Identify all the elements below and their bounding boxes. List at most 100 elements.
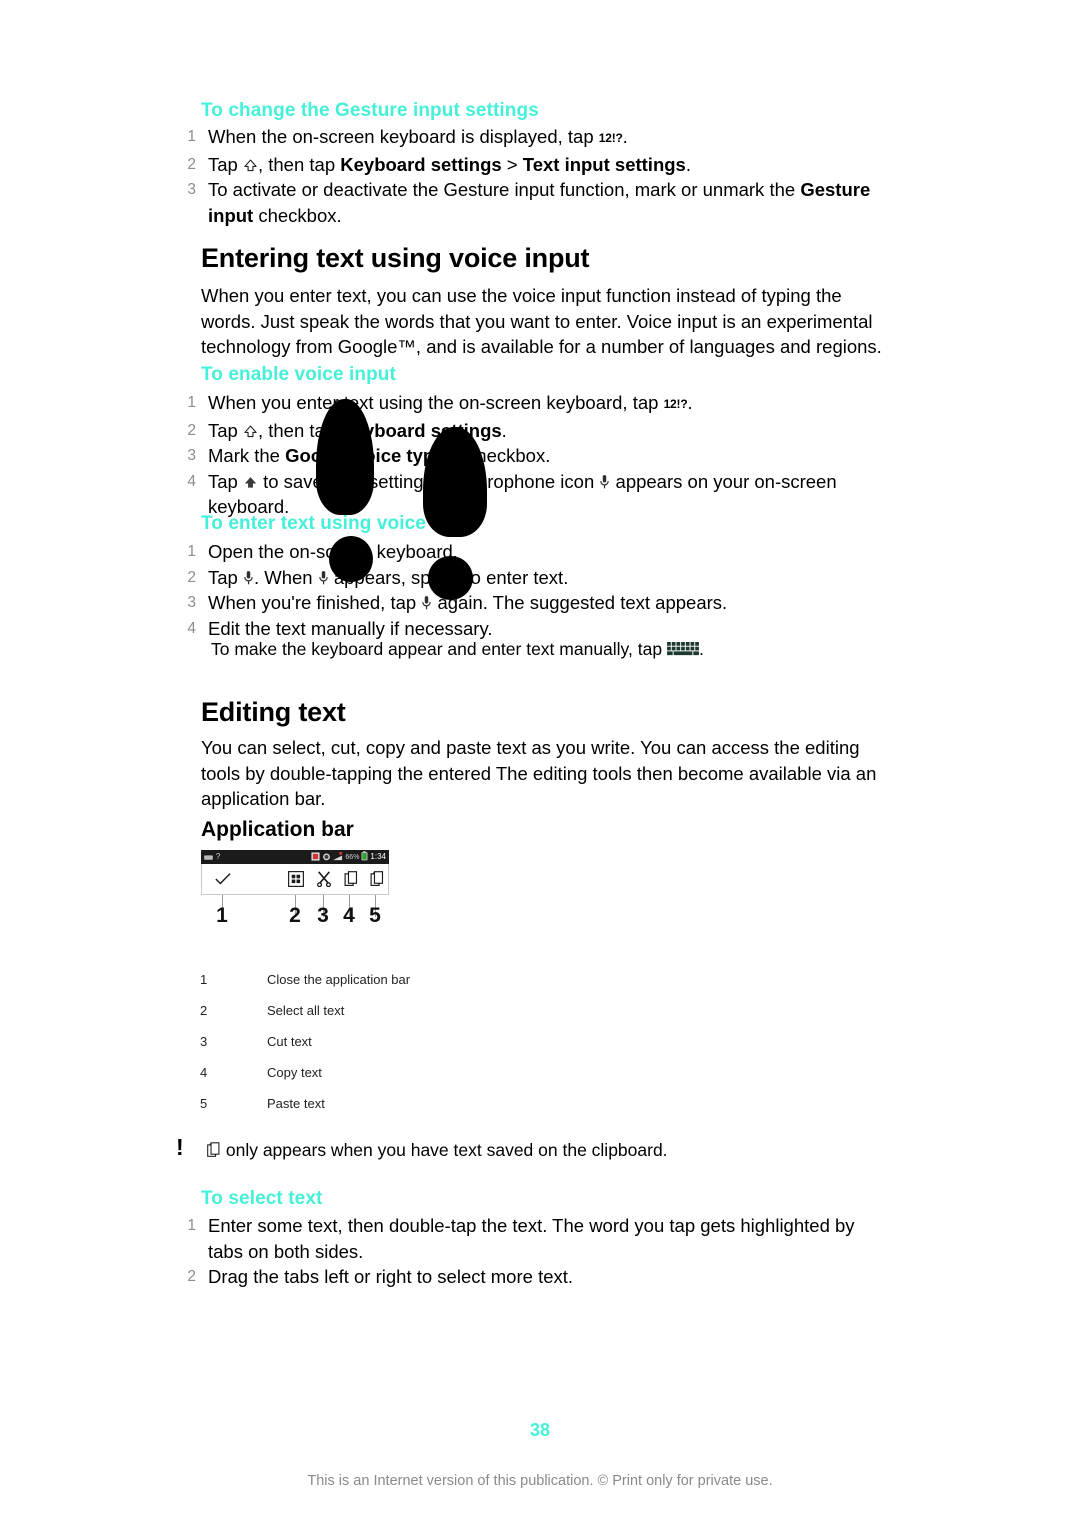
step-text-a: Tap	[208, 566, 243, 588]
step-number: 1	[187, 543, 196, 560]
list-item: 1 Open the on-screen keyboard.	[176, 539, 876, 565]
microphone-icon	[318, 570, 329, 586]
paste-icon[interactable]	[368, 870, 386, 888]
checkmark-icon[interactable]	[214, 870, 232, 888]
step-number: 1	[187, 1217, 196, 1234]
list-item: 2 Tap , then tap Keyboard settings > Tex…	[176, 152, 876, 178]
microphone-icon	[243, 570, 254, 586]
legend-label: Cut text	[267, 1034, 312, 1049]
step-bold-text-input-settings: Text input settings	[522, 153, 686, 175]
microphone-icon	[421, 595, 432, 611]
select-all-icon[interactable]	[287, 870, 305, 888]
table-row: 4 Copy text	[200, 1063, 660, 1094]
battery-percent-label: 66%	[345, 853, 360, 861]
page-title-entering-text-using-voice-input: Entering text using voice input	[201, 243, 590, 273]
legend-label: Close the application bar	[267, 972, 411, 987]
callout-number: 2	[289, 904, 301, 927]
legend-label: Select all text	[267, 1003, 345, 1018]
shift-arrow-up-icon	[243, 158, 258, 173]
step-text-b: , then tap	[257, 153, 341, 175]
step-text-b: . When	[253, 566, 318, 588]
copy-icon[interactable]	[342, 870, 360, 888]
step-text-a: Enter some text, then double-tap the tex…	[208, 1215, 855, 1262]
legend-number: 4	[200, 1065, 208, 1080]
step-number: 2	[187, 421, 196, 439]
step-number: 1	[187, 128, 196, 145]
step-text-a: When you're finished, tap	[208, 592, 422, 613]
step-text-a: To activate or deactivate the Gesture in…	[208, 179, 801, 200]
scissors-cut-icon[interactable]	[315, 870, 333, 888]
list-item: 3 Mark the Google voice typing checkbox.	[176, 443, 876, 469]
heading-change-gesture-input-settings: To change the Gesture input settings	[201, 100, 539, 121]
step-text-pre: When you enter text using the on-screen …	[208, 392, 664, 413]
tip-text-post: .	[698, 639, 704, 659]
table-row: 3 Cut text	[200, 1032, 660, 1063]
list-item: 2 Tap , then tap Keyboard settings.	[176, 418, 876, 444]
application-bar-figure: ? 66% 1:34 1 2 3 4 5	[201, 850, 389, 927]
step-text-a: Tap	[208, 153, 243, 175]
paste-icon	[207, 1142, 221, 1158]
step-text-c: >	[501, 153, 523, 175]
step-text-pre: When the on-screen keyboard is displayed…	[208, 126, 599, 147]
legend-label: Copy text	[267, 1065, 322, 1080]
clipboard-note-text: only appears when you have text saved on…	[207, 1138, 876, 1162]
callout-number: 3	[317, 904, 329, 927]
step-number: 3	[187, 447, 196, 464]
save-arrow-up-icon	[243, 475, 258, 490]
steps-to-enable-voice-input: 1 When you enter text using the on-scree…	[176, 390, 876, 520]
step-text-d: .	[685, 153, 691, 175]
list-item: 2 Tap . When appears, speak to enter tex…	[176, 565, 876, 591]
application-bar-toolbar[interactable]	[201, 864, 389, 917]
step-text-post: .	[622, 126, 628, 147]
step-text-post: .	[687, 392, 693, 413]
legend-number: 3	[200, 1034, 208, 1049]
tip-make-keyboard-appear: To make the keyboard appear and enter te…	[211, 637, 891, 663]
svg-text:?: ?	[216, 852, 221, 861]
step-number: 4	[187, 472, 196, 490]
page-title-editing-text: Editing text	[201, 697, 346, 727]
overlay-exclamation-stem-right	[423, 427, 487, 537]
paragraph-editing-text: You can select, cut, copy and paste text…	[201, 737, 877, 809]
shift-arrow-up-icon	[243, 424, 258, 439]
step-text-a: Tap	[208, 419, 243, 441]
step-number: 4	[187, 619, 196, 637]
table-row: 1 Close the application bar	[200, 970, 660, 1001]
clock-time-label: 1:34	[370, 852, 386, 861]
step-text-a: Edit the text manually if necessary.	[208, 617, 493, 639]
steps-to-select-text: 1 Enter some text, then double-tap the t…	[176, 1213, 876, 1290]
callout-number: 4	[343, 904, 355, 927]
device-status-bar: ? 66% 1:34	[201, 850, 389, 864]
overlay-exclamation-dot-right	[428, 556, 473, 600]
step-bold-keyboard-settings: Keyboard settings	[340, 153, 502, 175]
callout-numbers: 1 2 3 4 5	[201, 904, 389, 927]
paragraph-voice-input: When you enter text, you can use the voi…	[201, 285, 882, 357]
step-text-b: again. The suggested text appears.	[432, 592, 728, 613]
clipboard-note: ! only appears when you have text saved …	[176, 1134, 876, 1162]
step-text-a: Drag the tabs left or right to select mo…	[208, 1266, 574, 1287]
step-text-a: Tap	[208, 470, 243, 492]
exclamation-marker-icon: !	[176, 1134, 184, 1160]
footer-notice: This is an Internet version of this publ…	[307, 1473, 773, 1489]
step-text-c: .	[501, 419, 507, 441]
steps-to-enter-text-using-voice-input: 1 Open the on-screen keyboard. 2 Tap . W…	[176, 539, 876, 641]
step-number: 2	[187, 155, 196, 173]
list-item: 1 When you enter text using the on-scree…	[176, 390, 876, 418]
step-number: 3	[187, 181, 196, 198]
overlay-exclamation-dot-left	[329, 536, 373, 582]
callout-number: 1	[216, 904, 228, 927]
step-text-b: checkbox.	[253, 204, 342, 226]
heading-application-bar: Application bar	[201, 818, 354, 841]
list-item: 3 When you're finished, tap again. The s…	[176, 590, 876, 616]
step-number: 2	[187, 1268, 196, 1285]
key-label-12punct: 12!?	[598, 131, 623, 145]
callout-number: 5	[369, 904, 381, 927]
tip-text-pre: To make the keyboard appear and enter te…	[211, 639, 667, 659]
heading-to-enable-voice-input: To enable voice input	[201, 364, 396, 385]
legend-label: Paste text	[267, 1096, 325, 1111]
heading-to-select-text: To select text	[201, 1188, 323, 1209]
list-item: 1 Enter some text, then double-tap the t…	[176, 1213, 876, 1264]
table-row: 5 Paste text	[200, 1094, 660, 1125]
legend-number: 1	[200, 972, 208, 987]
application-bar-legend-table: 1 Close the application bar 2 Select all…	[200, 970, 660, 1125]
key-label-12punct: 12!?	[663, 397, 688, 411]
